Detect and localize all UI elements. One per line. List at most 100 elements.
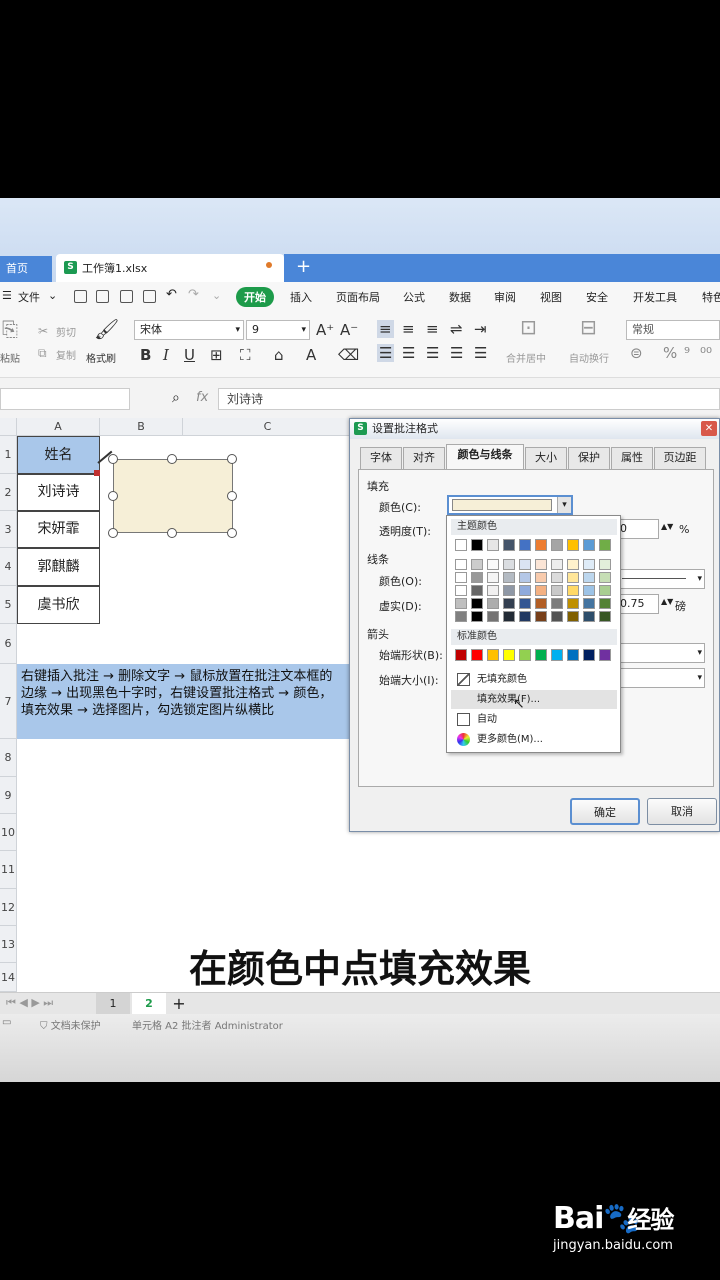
color-swatch[interactable] <box>471 585 483 596</box>
color-swatch[interactable] <box>551 649 563 661</box>
merge-center-label[interactable]: 合并居中 <box>506 350 546 365</box>
color-swatch[interactable] <box>599 585 611 596</box>
border-icon[interactable]: ⊞ <box>210 346 223 364</box>
justify-icon[interactable]: ☰ <box>450 344 463 362</box>
automatic-option[interactable]: 自动 <box>451 710 617 729</box>
color-swatch[interactable] <box>567 539 579 551</box>
color-swatch[interactable] <box>503 649 515 661</box>
cancel-button[interactable]: 取消 <box>647 798 717 825</box>
resize-handle[interactable] <box>108 528 118 538</box>
color-swatch[interactable] <box>583 649 595 661</box>
chevron-down-icon[interactable]: ⌄ <box>48 289 57 302</box>
color-swatch[interactable] <box>567 649 579 661</box>
begin-style-dropdown[interactable]: ▾ <box>615 643 705 663</box>
thousands-icon[interactable]: ⁹ <box>684 344 690 362</box>
row-header[interactable]: 10 <box>0 814 17 851</box>
row-header[interactable]: 5 <box>0 586 17 624</box>
copy-label[interactable]: 复制 <box>56 347 76 362</box>
fill-color-icon[interactable]: ⛶ <box>240 346 251 364</box>
color-swatch[interactable] <box>551 559 563 570</box>
color-swatch[interactable] <box>519 559 531 570</box>
color-swatch[interactable] <box>503 559 515 570</box>
cut-icon[interactable]: ✂ <box>38 322 48 340</box>
format-painter-icon[interactable]: 🖌 <box>94 319 119 339</box>
print-icon[interactable] <box>120 290 133 303</box>
color-swatch[interactable] <box>487 572 499 583</box>
color-swatch[interactable] <box>551 539 563 551</box>
menu-insert[interactable]: 插入 <box>290 289 312 305</box>
color-swatch[interactable] <box>487 539 499 551</box>
color-swatch[interactable] <box>567 585 579 596</box>
color-swatch[interactable] <box>487 611 499 622</box>
color-swatch[interactable] <box>583 598 595 609</box>
font-color-icon[interactable]: A <box>306 346 316 364</box>
cut-label[interactable]: 剪切 <box>56 324 76 339</box>
resize-handle[interactable] <box>227 454 237 464</box>
formula-input[interactable]: 刘诗诗 <box>218 388 720 410</box>
color-swatch[interactable] <box>599 559 611 570</box>
cell-name-3[interactable]: 郭麒麟 <box>17 548 100 586</box>
menu-review[interactable]: 审阅 <box>494 289 516 305</box>
new-tab-button[interactable]: + <box>296 256 311 277</box>
auto-wrap-icon[interactable]: ⊟ <box>580 317 597 337</box>
weight-input[interactable]: 0.75 <box>615 594 659 614</box>
color-swatch[interactable] <box>599 572 611 583</box>
transparency-input[interactable]: 0 <box>615 519 659 539</box>
align-bottom-icon[interactable]: ≡ <box>426 320 439 338</box>
line-color-dropdown[interactable]: ▾ <box>615 569 705 589</box>
currency-icon[interactable]: ⊜ <box>630 344 643 362</box>
row-header[interactable]: 9 <box>0 777 17 814</box>
menu-security[interactable]: 安全 <box>586 289 608 305</box>
menu-view[interactable]: 视图 <box>540 289 562 305</box>
resize-handle[interactable] <box>108 491 118 501</box>
color-swatch[interactable] <box>487 649 499 661</box>
resize-handle[interactable] <box>167 454 177 464</box>
menu-developer[interactable]: 开发工具 <box>633 289 677 305</box>
row-header[interactable]: 7 <box>0 664 17 739</box>
tab-colors-lines[interactable]: 颜色与线条 <box>446 444 524 469</box>
tab-properties[interactable]: 属性 <box>611 447 653 469</box>
tab-home[interactable]: 首页 <box>0 256 52 282</box>
font-grow-icon[interactable]: A⁺ <box>316 321 334 339</box>
resize-handle[interactable] <box>227 491 237 501</box>
dialog-close-button[interactable]: ✕ <box>701 421 717 436</box>
color-swatch[interactable] <box>455 539 467 551</box>
more-colors-option[interactable]: 更多颜色(M)... <box>451 730 617 749</box>
color-swatch[interactable] <box>455 585 467 596</box>
color-swatch[interactable] <box>503 598 515 609</box>
color-swatch[interactable] <box>471 598 483 609</box>
column-header-c[interactable]: C <box>183 418 353 436</box>
menu-formula[interactable]: 公式 <box>403 289 425 305</box>
color-swatch[interactable] <box>567 559 579 570</box>
color-swatch[interactable] <box>487 585 499 596</box>
font-name-select[interactable]: 宋体 ▾ <box>134 320 244 340</box>
color-swatch[interactable] <box>583 572 595 583</box>
color-swatch[interactable] <box>535 611 547 622</box>
tab-size[interactable]: 大小 <box>525 447 567 469</box>
color-swatch[interactable] <box>535 649 547 661</box>
color-swatch[interactable] <box>583 559 595 570</box>
tab-document[interactable]: S 工作簿1.xlsx <box>56 254 284 282</box>
color-swatch[interactable] <box>551 598 563 609</box>
paste-icon[interactable]: ⎘ <box>2 319 18 339</box>
comment-box[interactable] <box>113 459 233 533</box>
decimal-icon[interactable]: ⁰⁰ <box>700 344 712 362</box>
fill-color-dropdown[interactable]: ▾ <box>447 495 573 515</box>
row-header[interactable]: 8 <box>0 739 17 777</box>
export-icon[interactable] <box>96 290 109 303</box>
color-swatch[interactable] <box>471 611 483 622</box>
row-header[interactable]: 2 <box>0 474 17 511</box>
color-swatch[interactable] <box>455 598 467 609</box>
color-swatch[interactable] <box>471 649 483 661</box>
align-center-icon[interactable]: ☰ <box>402 344 415 362</box>
color-swatch[interactable] <box>583 585 595 596</box>
copy-icon[interactable]: ⧉ <box>38 344 47 362</box>
color-swatch[interactable] <box>535 572 547 583</box>
row-header[interactable]: 11 <box>0 851 17 889</box>
color-swatch[interactable] <box>455 559 467 570</box>
color-swatch[interactable] <box>519 598 531 609</box>
row-header[interactable]: 3 <box>0 511 17 548</box>
paste-label[interactable]: 粘贴 <box>0 350 20 365</box>
color-swatch[interactable] <box>503 611 515 622</box>
cell-name-4[interactable]: 虞书欣 <box>17 586 100 624</box>
